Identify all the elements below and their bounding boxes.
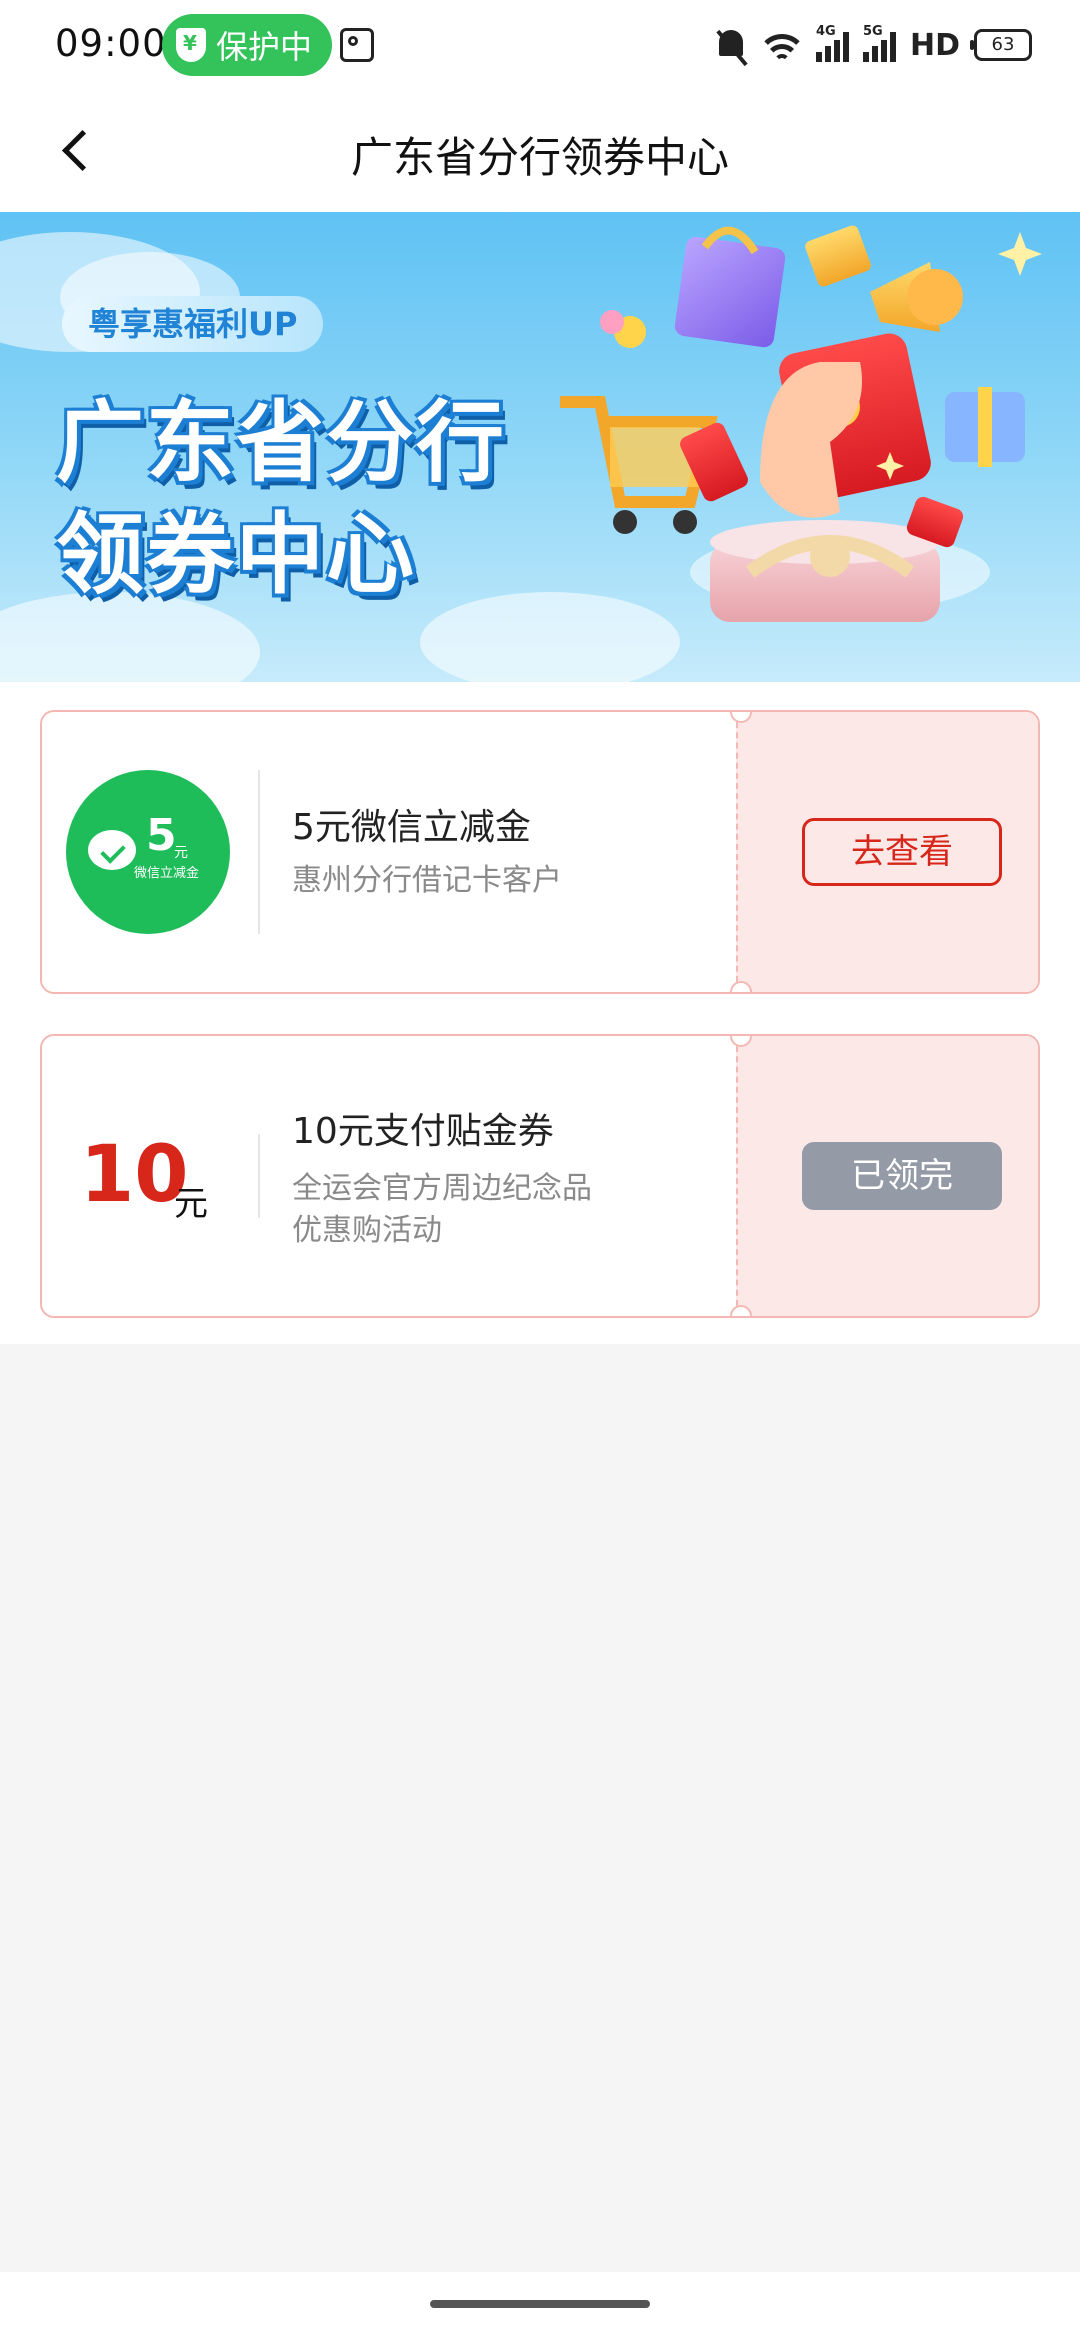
- camera-icon: [340, 28, 374, 62]
- divider: [258, 1134, 260, 1218]
- status-icons: 4G 5G HD 63: [714, 20, 1032, 70]
- view-coupon-button[interactable]: 去查看: [802, 818, 1002, 886]
- banner-tag: 粤享惠福利UP: [62, 296, 324, 352]
- bell-muted-icon: [714, 26, 748, 64]
- coupon-description: 全运会官方周边纪念品 优惠购活动: [292, 1168, 592, 1252]
- status-time: 09:00: [55, 22, 167, 65]
- coupon-card[interactable]: 5 元 微信立减金 5元微信立减金 惠州分行借记卡客户 去查看: [40, 710, 1040, 994]
- wifi-icon: [761, 28, 802, 62]
- nav-bar: 广东省分行领券中心: [0, 92, 1080, 212]
- hd-voice-label: HD: [909, 27, 960, 63]
- coupon-description: 惠州分行借记卡客户: [292, 863, 562, 898]
- shield-icon: [176, 28, 206, 62]
- page-title: 广东省分行领券中心: [350, 133, 729, 182]
- badge-unit: 元: [174, 845, 188, 861]
- coupon-list: 5 元 微信立减金 5元微信立减金 惠州分行借记卡客户 去查看 10 元 10元…: [0, 682, 1080, 1344]
- coupon-description-line2: 优惠购活动: [292, 1213, 442, 1248]
- coupon-amount-unit: 元: [174, 1184, 208, 1224]
- coupon-card[interactable]: 10 元 10元支付贴金券 全运会官方周边纪念品 优惠购活动 已领完: [40, 1034, 1040, 1318]
- promo-banner[interactable]: 粤享惠福利UP 广东省分行 领券中心: [0, 212, 1080, 682]
- badge-subtitle: 微信立减金: [134, 866, 200, 881]
- protection-label: 保护中: [216, 28, 313, 66]
- battery-icon: 63: [970, 29, 1032, 61]
- status-bar: 09:00 保护中 4G 5G HD 63: [0, 0, 1080, 92]
- badge-amount: 5: [146, 810, 177, 861]
- coupon-title: 5元微信立减金: [292, 807, 531, 848]
- signal-5g-icon: 5G: [862, 24, 896, 62]
- wechat-pay-icon: [88, 830, 136, 870]
- divider: [258, 770, 260, 934]
- banner-title-line1: 广东省分行: [56, 391, 507, 494]
- gift-illustration: [560, 225, 1042, 622]
- home-indicator[interactable]: [430, 2300, 650, 2308]
- wechat-coupon-badge: 5 元 微信立减金: [66, 770, 230, 934]
- coupon-description-line1: 全运会官方周边纪念品: [292, 1171, 592, 1206]
- banner-title-line2: 领券中心: [56, 503, 417, 606]
- coupon-amount: 10: [80, 1130, 189, 1220]
- coupon-title: 10元支付贴金券: [292, 1111, 554, 1152]
- sold-out-button: 已领完: [802, 1142, 1002, 1210]
- signal-4g-icon: 4G: [815, 24, 849, 62]
- protection-badge[interactable]: 保护中: [162, 14, 333, 76]
